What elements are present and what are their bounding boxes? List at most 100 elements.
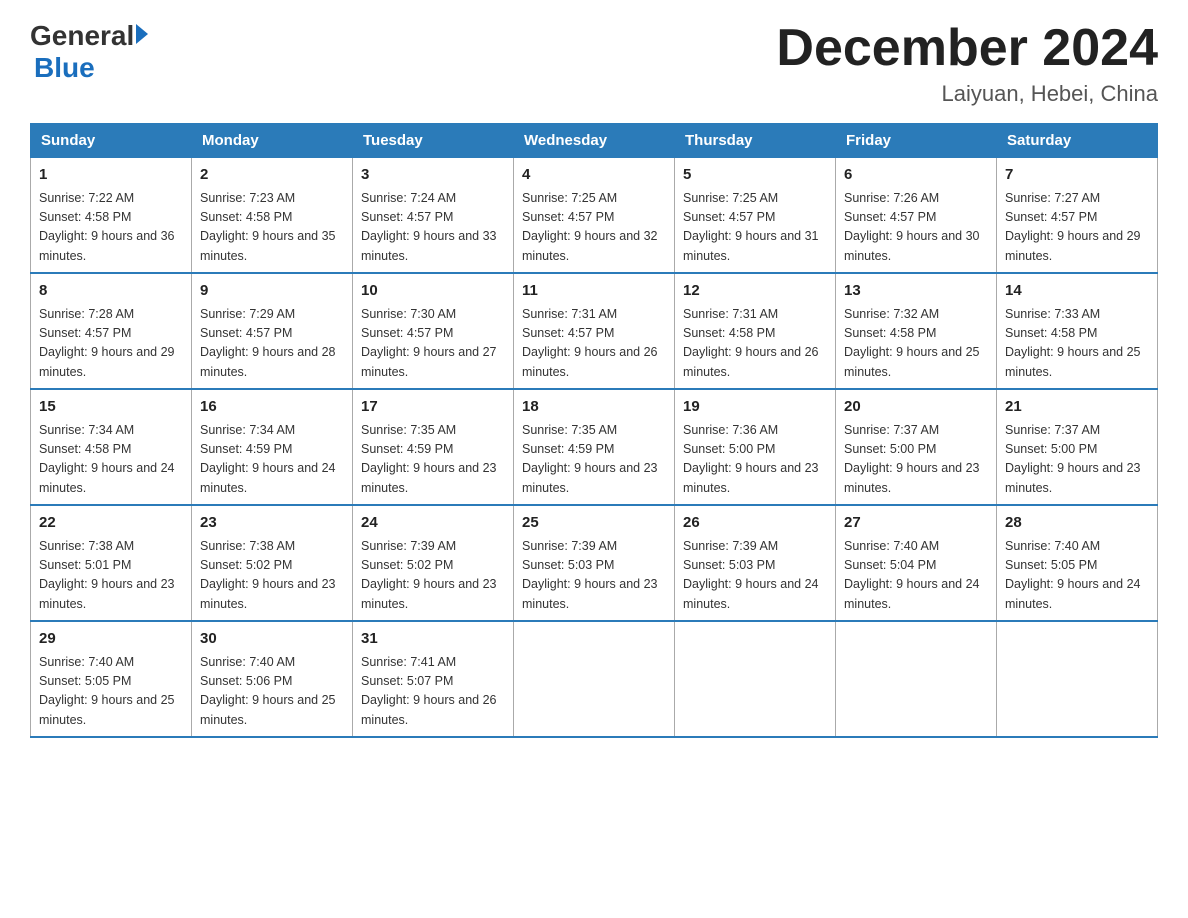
day-info: Sunrise: 7:34 AMSunset: 4:59 PMDaylight:… — [200, 421, 344, 499]
day-info: Sunrise: 7:23 AMSunset: 4:58 PMDaylight:… — [200, 189, 344, 267]
calendar-week-1: 1Sunrise: 7:22 AMSunset: 4:58 PMDaylight… — [31, 158, 1158, 274]
day-info: Sunrise: 7:40 AMSunset: 5:04 PMDaylight:… — [844, 537, 988, 615]
calendar-cell: 17Sunrise: 7:35 AMSunset: 4:59 PMDayligh… — [353, 389, 514, 505]
day-info: Sunrise: 7:26 AMSunset: 4:57 PMDaylight:… — [844, 189, 988, 267]
day-info: Sunrise: 7:35 AMSunset: 4:59 PMDaylight:… — [522, 421, 666, 499]
day-info: Sunrise: 7:33 AMSunset: 4:58 PMDaylight:… — [1005, 305, 1149, 383]
day-number: 15 — [39, 396, 183, 419]
calendar-cell: 25Sunrise: 7:39 AMSunset: 5:03 PMDayligh… — [514, 505, 675, 621]
day-info: Sunrise: 7:41 AMSunset: 5:07 PMDaylight:… — [361, 653, 505, 731]
day-info: Sunrise: 7:35 AMSunset: 4:59 PMDaylight:… — [361, 421, 505, 499]
day-number: 21 — [1005, 396, 1149, 419]
day-number: 30 — [200, 628, 344, 651]
day-info: Sunrise: 7:36 AMSunset: 5:00 PMDaylight:… — [683, 421, 827, 499]
day-info: Sunrise: 7:40 AMSunset: 5:05 PMDaylight:… — [1005, 537, 1149, 615]
day-info: Sunrise: 7:28 AMSunset: 4:57 PMDaylight:… — [39, 305, 183, 383]
calendar-cell: 5Sunrise: 7:25 AMSunset: 4:57 PMDaylight… — [675, 158, 836, 274]
day-number: 20 — [844, 396, 988, 419]
day-info: Sunrise: 7:29 AMSunset: 4:57 PMDaylight:… — [200, 305, 344, 383]
calendar-cell: 10Sunrise: 7:30 AMSunset: 4:57 PMDayligh… — [353, 273, 514, 389]
logo-blue-text: Blue — [34, 52, 95, 83]
calendar-week-3: 15Sunrise: 7:34 AMSunset: 4:58 PMDayligh… — [31, 389, 1158, 505]
calendar-cell: 16Sunrise: 7:34 AMSunset: 4:59 PMDayligh… — [192, 389, 353, 505]
calendar-cell: 20Sunrise: 7:37 AMSunset: 5:00 PMDayligh… — [836, 389, 997, 505]
day-number: 11 — [522, 280, 666, 303]
day-number: 26 — [683, 512, 827, 535]
day-info: Sunrise: 7:39 AMSunset: 5:02 PMDaylight:… — [361, 537, 505, 615]
calendar-week-5: 29Sunrise: 7:40 AMSunset: 5:05 PMDayligh… — [31, 621, 1158, 737]
weekday-header-friday: Friday — [836, 124, 997, 158]
day-number: 7 — [1005, 164, 1149, 187]
calendar-cell: 27Sunrise: 7:40 AMSunset: 5:04 PMDayligh… — [836, 505, 997, 621]
day-info: Sunrise: 7:39 AMSunset: 5:03 PMDaylight:… — [522, 537, 666, 615]
day-info: Sunrise: 7:31 AMSunset: 4:58 PMDaylight:… — [683, 305, 827, 383]
day-info: Sunrise: 7:39 AMSunset: 5:03 PMDaylight:… — [683, 537, 827, 615]
day-number: 8 — [39, 280, 183, 303]
day-number: 28 — [1005, 512, 1149, 535]
day-info: Sunrise: 7:25 AMSunset: 4:57 PMDaylight:… — [522, 189, 666, 267]
day-info: Sunrise: 7:31 AMSunset: 4:57 PMDaylight:… — [522, 305, 666, 383]
calendar-cell: 30Sunrise: 7:40 AMSunset: 5:06 PMDayligh… — [192, 621, 353, 737]
month-title: December 2024 — [776, 20, 1158, 77]
calendar-week-2: 8Sunrise: 7:28 AMSunset: 4:57 PMDaylight… — [31, 273, 1158, 389]
weekday-header-saturday: Saturday — [997, 124, 1158, 158]
day-number: 4 — [522, 164, 666, 187]
day-number: 5 — [683, 164, 827, 187]
calendar-cell: 31Sunrise: 7:41 AMSunset: 5:07 PMDayligh… — [353, 621, 514, 737]
weekday-header-row: SundayMondayTuesdayWednesdayThursdayFrid… — [31, 124, 1158, 158]
calendar-cell: 19Sunrise: 7:36 AMSunset: 5:00 PMDayligh… — [675, 389, 836, 505]
calendar-table: SundayMondayTuesdayWednesdayThursdayFrid… — [30, 123, 1158, 738]
calendar-cell — [675, 621, 836, 737]
day-info: Sunrise: 7:32 AMSunset: 4:58 PMDaylight:… — [844, 305, 988, 383]
calendar-cell: 24Sunrise: 7:39 AMSunset: 5:02 PMDayligh… — [353, 505, 514, 621]
day-number: 16 — [200, 396, 344, 419]
calendar-cell — [514, 621, 675, 737]
day-info: Sunrise: 7:38 AMSunset: 5:02 PMDaylight:… — [200, 537, 344, 615]
day-info: Sunrise: 7:27 AMSunset: 4:57 PMDaylight:… — [1005, 189, 1149, 267]
day-info: Sunrise: 7:40 AMSunset: 5:06 PMDaylight:… — [200, 653, 344, 731]
calendar-cell: 7Sunrise: 7:27 AMSunset: 4:57 PMDaylight… — [997, 158, 1158, 274]
page-header: General Blue December 2024 Laiyuan, Hebe… — [30, 20, 1158, 107]
calendar-cell: 1Sunrise: 7:22 AMSunset: 4:58 PMDaylight… — [31, 158, 192, 274]
location-title: Laiyuan, Hebei, China — [776, 81, 1158, 107]
day-info: Sunrise: 7:22 AMSunset: 4:58 PMDaylight:… — [39, 189, 183, 267]
weekday-header-tuesday: Tuesday — [353, 124, 514, 158]
logo-general-text: General — [30, 20, 134, 52]
day-number: 2 — [200, 164, 344, 187]
calendar-cell: 13Sunrise: 7:32 AMSunset: 4:58 PMDayligh… — [836, 273, 997, 389]
day-number: 31 — [361, 628, 505, 651]
weekday-header-thursday: Thursday — [675, 124, 836, 158]
calendar-cell: 6Sunrise: 7:26 AMSunset: 4:57 PMDaylight… — [836, 158, 997, 274]
weekday-header-wednesday: Wednesday — [514, 124, 675, 158]
day-info: Sunrise: 7:34 AMSunset: 4:58 PMDaylight:… — [39, 421, 183, 499]
day-number: 10 — [361, 280, 505, 303]
weekday-header-monday: Monday — [192, 124, 353, 158]
day-number: 23 — [200, 512, 344, 535]
logo-triangle-icon — [136, 24, 148, 44]
weekday-header-sunday: Sunday — [31, 124, 192, 158]
day-number: 22 — [39, 512, 183, 535]
calendar-cell: 11Sunrise: 7:31 AMSunset: 4:57 PMDayligh… — [514, 273, 675, 389]
calendar-cell: 2Sunrise: 7:23 AMSunset: 4:58 PMDaylight… — [192, 158, 353, 274]
day-info: Sunrise: 7:25 AMSunset: 4:57 PMDaylight:… — [683, 189, 827, 267]
calendar-cell — [997, 621, 1158, 737]
calendar-cell: 21Sunrise: 7:37 AMSunset: 5:00 PMDayligh… — [997, 389, 1158, 505]
day-number: 27 — [844, 512, 988, 535]
day-number: 6 — [844, 164, 988, 187]
title-block: December 2024 Laiyuan, Hebei, China — [776, 20, 1158, 107]
calendar-cell: 12Sunrise: 7:31 AMSunset: 4:58 PMDayligh… — [675, 273, 836, 389]
day-info: Sunrise: 7:38 AMSunset: 5:01 PMDaylight:… — [39, 537, 183, 615]
day-number: 9 — [200, 280, 344, 303]
calendar-cell: 14Sunrise: 7:33 AMSunset: 4:58 PMDayligh… — [997, 273, 1158, 389]
day-info: Sunrise: 7:24 AMSunset: 4:57 PMDaylight:… — [361, 189, 505, 267]
calendar-cell: 15Sunrise: 7:34 AMSunset: 4:58 PMDayligh… — [31, 389, 192, 505]
calendar-cell: 8Sunrise: 7:28 AMSunset: 4:57 PMDaylight… — [31, 273, 192, 389]
logo: General Blue — [30, 20, 148, 84]
calendar-cell: 4Sunrise: 7:25 AMSunset: 4:57 PMDaylight… — [514, 158, 675, 274]
day-number: 17 — [361, 396, 505, 419]
day-info: Sunrise: 7:37 AMSunset: 5:00 PMDaylight:… — [1005, 421, 1149, 499]
day-number: 18 — [522, 396, 666, 419]
day-info: Sunrise: 7:40 AMSunset: 5:05 PMDaylight:… — [39, 653, 183, 731]
day-number: 29 — [39, 628, 183, 651]
calendar-cell: 18Sunrise: 7:35 AMSunset: 4:59 PMDayligh… — [514, 389, 675, 505]
